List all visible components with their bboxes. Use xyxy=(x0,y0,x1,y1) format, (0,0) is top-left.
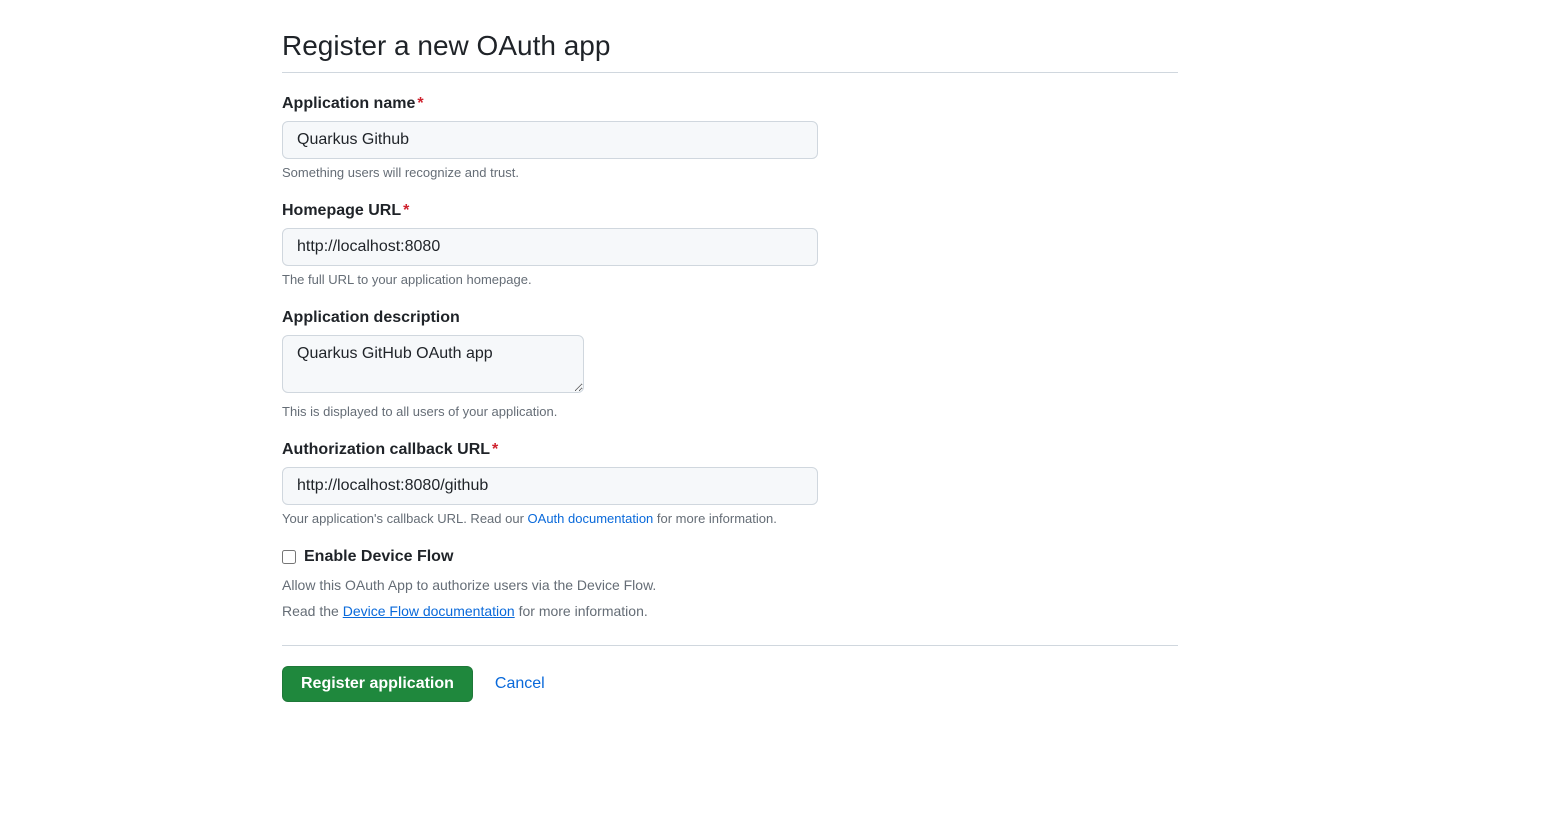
callback-url-input[interactable] xyxy=(282,467,818,505)
required-star-icon: * xyxy=(417,95,423,112)
oauth-docs-link[interactable]: OAuth documentation xyxy=(528,511,654,526)
homepage-url-input[interactable] xyxy=(282,228,818,266)
description-hint: This is displayed to all users of your a… xyxy=(282,404,1178,419)
cancel-button[interactable]: Cancel xyxy=(495,675,545,693)
app-name-label: Application name* xyxy=(282,95,1178,113)
callback-url-group: Authorization callback URL* Your applica… xyxy=(282,441,1178,526)
required-star-icon: * xyxy=(403,202,409,219)
callback-url-label: Authorization callback URL* xyxy=(282,441,1178,459)
app-name-hint: Something users will recognize and trust… xyxy=(282,165,1178,180)
homepage-url-label-text: Homepage URL xyxy=(282,202,401,219)
required-star-icon: * xyxy=(492,441,498,458)
form-actions: Register application Cancel xyxy=(282,666,1178,702)
app-name-input[interactable] xyxy=(282,121,818,159)
device-flow-hint-2: Read the Device Flow documentation for m… xyxy=(282,600,1178,622)
device-flow-label: Enable Device Flow xyxy=(304,548,453,566)
callback-url-hint-suffix: for more information. xyxy=(653,511,777,526)
callback-url-hint-prefix: Your application's callback URL. Read ou… xyxy=(282,511,528,526)
device-flow-row: Enable Device Flow xyxy=(282,548,1178,566)
device-flow-hint-suffix: for more information. xyxy=(515,603,648,619)
device-flow-checkbox[interactable] xyxy=(282,550,296,564)
device-flow-group: Enable Device Flow Allow this OAuth App … xyxy=(282,548,1178,623)
form-container: Register a new OAuth app Application nam… xyxy=(282,0,1178,702)
callback-url-label-text: Authorization callback URL xyxy=(282,441,490,458)
callback-url-hint: Your application's callback URL. Read ou… xyxy=(282,511,1178,526)
homepage-url-label: Homepage URL* xyxy=(282,202,1178,220)
homepage-url-group: Homepage URL* The full URL to your appli… xyxy=(282,202,1178,287)
description-textarea[interactable] xyxy=(282,335,584,393)
description-group: Application description This is displaye… xyxy=(282,309,1178,419)
description-label: Application description xyxy=(282,309,1178,327)
device-flow-hint-1: Allow this OAuth App to authorize users … xyxy=(282,574,1178,596)
app-name-label-text: Application name xyxy=(282,95,415,112)
device-flow-docs-link[interactable]: Device Flow documentation xyxy=(343,603,515,619)
page-title: Register a new OAuth app xyxy=(282,30,1178,73)
app-name-group: Application name* Something users will r… xyxy=(282,95,1178,180)
register-button[interactable]: Register application xyxy=(282,666,473,702)
homepage-url-hint: The full URL to your application homepag… xyxy=(282,272,1178,287)
divider xyxy=(282,645,1178,646)
device-flow-hint-prefix: Read the xyxy=(282,603,343,619)
